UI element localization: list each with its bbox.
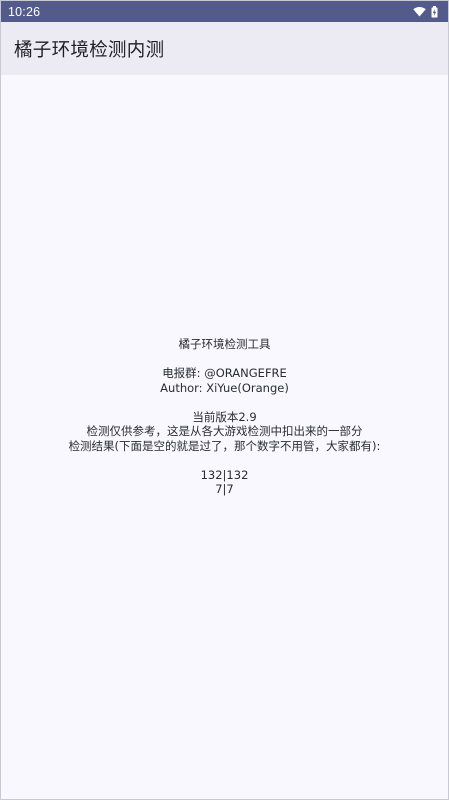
app-title: 橘子环境检测内测 <box>14 39 165 61</box>
status-bar: 10:26 <box>1 1 448 22</box>
status-time: 10:26 <box>8 4 41 19</box>
battery-icon <box>431 5 438 18</box>
app-bar: 橘子环境检测内测 <box>1 22 448 75</box>
result-count-2: 7|7 <box>215 482 234 496</box>
wifi-icon <box>413 6 426 17</box>
result-count-1: 132|132 <box>200 467 249 482</box>
result-label-text: 检测结果(下面是空的就是过了，那个数字不用管，大家都有): <box>68 438 381 453</box>
status-icons <box>413 5 438 18</box>
telegram-group-text: 电报群: @ORANGEFRE <box>162 366 287 380</box>
app-screen: 10:26 橘子环境检测内测 橘子环境检测工具 电报群: @ORANGEFRE <box>0 0 449 800</box>
author-text: Author: XiYue(Orange) <box>160 380 289 395</box>
tool-name-text: 橘子环境检测工具 <box>178 337 271 351</box>
detection-info: 橘子环境检测工具 电报群: @ORANGEFRE Author: XiYue(O… <box>1 337 448 497</box>
version-text: 当前版本2.9 <box>192 409 257 424</box>
main-content: 橘子环境检测工具 电报群: @ORANGEFRE Author: XiYue(O… <box>1 75 448 799</box>
disclaimer-text: 检测仅供参考，这是从各大游戏检测中扣出来的一部分 <box>86 424 363 438</box>
